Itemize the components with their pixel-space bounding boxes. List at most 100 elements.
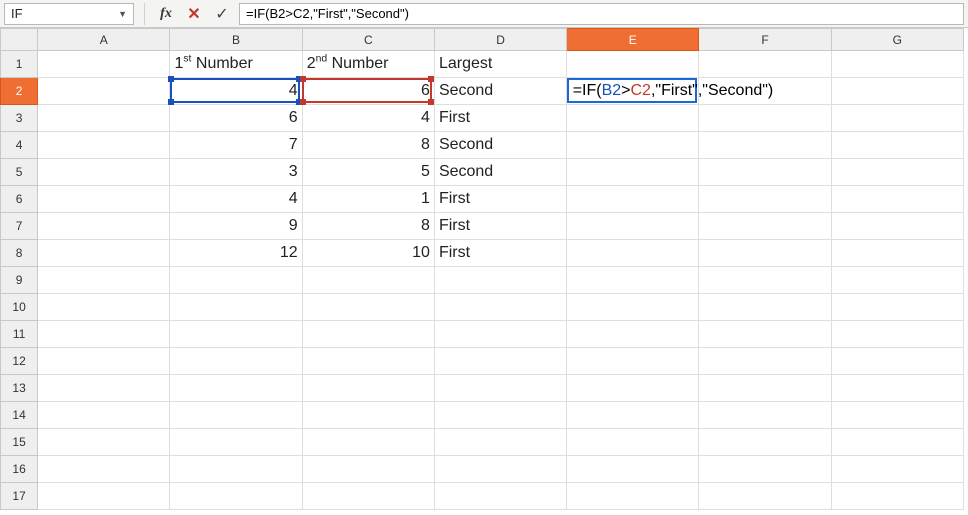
cell-G3[interactable]	[831, 105, 963, 132]
cell-B1[interactable]: 1st Number	[170, 51, 302, 78]
cell-D3[interactable]: First	[434, 105, 566, 132]
cell-G2[interactable]	[831, 78, 963, 105]
cell-E9[interactable]	[567, 267, 699, 294]
cell-B17[interactable]	[170, 483, 302, 510]
cell-G13[interactable]	[831, 375, 963, 402]
row-header-13[interactable]: 13	[1, 375, 38, 402]
cell-D10[interactable]	[434, 294, 566, 321]
cell-E5[interactable]	[567, 159, 699, 186]
cell-B14[interactable]	[170, 402, 302, 429]
cell-D17[interactable]	[434, 483, 566, 510]
cell-D8[interactable]: First	[434, 240, 566, 267]
spreadsheet-grid[interactable]: ABCDEFG 11st Number2nd NumberLargest246S…	[0, 28, 968, 515]
cell-C1[interactable]: 2nd Number	[302, 51, 434, 78]
cell-D4[interactable]: Second	[434, 132, 566, 159]
cell-C8[interactable]: 10	[302, 240, 434, 267]
cell-D5[interactable]: Second	[434, 159, 566, 186]
cell-G16[interactable]	[831, 456, 963, 483]
cell-A3[interactable]	[38, 105, 170, 132]
cell-G4[interactable]	[831, 132, 963, 159]
cell-C15[interactable]	[302, 429, 434, 456]
fx-icon[interactable]: fx	[155, 3, 177, 25]
cell-F12[interactable]	[699, 348, 831, 375]
cell-F10[interactable]	[699, 294, 831, 321]
cell-D6[interactable]: First	[434, 186, 566, 213]
cell-F13[interactable]	[699, 375, 831, 402]
cell-C4[interactable]: 8	[302, 132, 434, 159]
cell-D16[interactable]	[434, 456, 566, 483]
cell-A1[interactable]	[38, 51, 170, 78]
cell-B8[interactable]: 12	[170, 240, 302, 267]
cell-C5[interactable]: 5	[302, 159, 434, 186]
cell-D1[interactable]: Largest	[434, 51, 566, 78]
cell-C6[interactable]: 1	[302, 186, 434, 213]
cell-B15[interactable]	[170, 429, 302, 456]
cell-C9[interactable]	[302, 267, 434, 294]
cell-A11[interactable]	[38, 321, 170, 348]
cell-A16[interactable]	[38, 456, 170, 483]
cell-C3[interactable]: 4	[302, 105, 434, 132]
row-header-9[interactable]: 9	[1, 267, 38, 294]
column-header-G[interactable]: G	[831, 29, 963, 51]
cell-F7[interactable]	[699, 213, 831, 240]
row-header-11[interactable]: 11	[1, 321, 38, 348]
cell-C7[interactable]: 8	[302, 213, 434, 240]
cell-C17[interactable]	[302, 483, 434, 510]
cell-G15[interactable]	[831, 429, 963, 456]
row-header-5[interactable]: 5	[1, 159, 38, 186]
cell-G11[interactable]	[831, 321, 963, 348]
cell-F17[interactable]	[699, 483, 831, 510]
cell-A8[interactable]	[38, 240, 170, 267]
cell-B12[interactable]	[170, 348, 302, 375]
cell-G9[interactable]	[831, 267, 963, 294]
cell-G5[interactable]	[831, 159, 963, 186]
cell-D15[interactable]	[434, 429, 566, 456]
row-header-14[interactable]: 14	[1, 402, 38, 429]
cell-C12[interactable]	[302, 348, 434, 375]
cell-B11[interactable]	[170, 321, 302, 348]
row-header-17[interactable]: 17	[1, 483, 38, 510]
row-header-12[interactable]: 12	[1, 348, 38, 375]
cell-C13[interactable]	[302, 375, 434, 402]
cell-B10[interactable]	[170, 294, 302, 321]
corner-cell[interactable]	[1, 29, 38, 51]
cell-B3[interactable]: 6	[170, 105, 302, 132]
cell-B5[interactable]: 3	[170, 159, 302, 186]
cell-F4[interactable]	[699, 132, 831, 159]
cell-E16[interactable]	[567, 456, 699, 483]
cell-B16[interactable]	[170, 456, 302, 483]
cell-F2[interactable]	[699, 78, 831, 105]
cell-A17[interactable]	[38, 483, 170, 510]
cell-D14[interactable]	[434, 402, 566, 429]
row-header-2[interactable]: 2	[1, 78, 38, 105]
cell-B7[interactable]: 9	[170, 213, 302, 240]
cell-A14[interactable]	[38, 402, 170, 429]
cell-D12[interactable]	[434, 348, 566, 375]
cell-F16[interactable]	[699, 456, 831, 483]
cell-A4[interactable]	[38, 132, 170, 159]
name-box[interactable]: IF ▼	[4, 3, 134, 25]
cell-F8[interactable]	[699, 240, 831, 267]
cell-A15[interactable]	[38, 429, 170, 456]
cell-F11[interactable]	[699, 321, 831, 348]
column-header-C[interactable]: C	[302, 29, 434, 51]
cell-G10[interactable]	[831, 294, 963, 321]
cell-F9[interactable]	[699, 267, 831, 294]
cell-G6[interactable]	[831, 186, 963, 213]
column-header-B[interactable]: B	[170, 29, 302, 51]
cell-F14[interactable]	[699, 402, 831, 429]
cell-D2[interactable]: Second	[434, 78, 566, 105]
cell-F5[interactable]	[699, 159, 831, 186]
cell-F15[interactable]	[699, 429, 831, 456]
cell-F6[interactable]	[699, 186, 831, 213]
row-header-6[interactable]: 6	[1, 186, 38, 213]
cell-E7[interactable]	[567, 213, 699, 240]
cell-F1[interactable]	[699, 51, 831, 78]
cell-B9[interactable]	[170, 267, 302, 294]
cancel-icon[interactable]: ✕	[183, 3, 205, 25]
row-header-3[interactable]: 3	[1, 105, 38, 132]
cell-A7[interactable]	[38, 213, 170, 240]
cell-E3[interactable]	[567, 105, 699, 132]
cell-A13[interactable]	[38, 375, 170, 402]
row-header-15[interactable]: 15	[1, 429, 38, 456]
